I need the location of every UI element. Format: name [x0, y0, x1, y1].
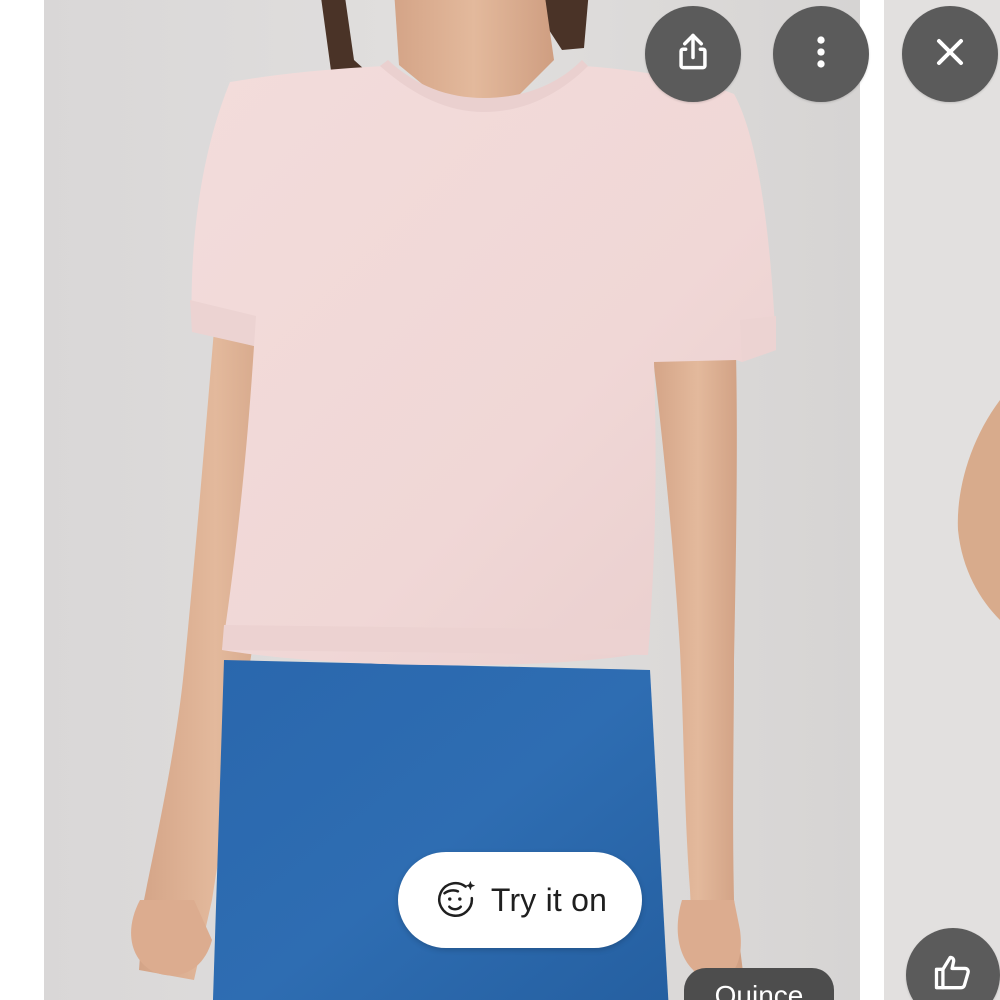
close-button[interactable] [902, 6, 998, 102]
source-chip[interactable]: Quince [684, 968, 834, 1000]
face-sparkle-icon [433, 877, 479, 923]
thumb-up-icon [931, 951, 975, 1000]
more-vert-icon [799, 30, 843, 79]
product-photo[interactable] [44, 0, 860, 1000]
share-button[interactable] [645, 6, 741, 102]
source-label: Quince [714, 980, 804, 1000]
product-image-card[interactable] [44, 0, 860, 1000]
try-it-on-label: Try it on [490, 881, 608, 918]
try-it-on-button[interactable]: Try it on [398, 852, 642, 948]
next-image-card[interactable] [884, 0, 1000, 1000]
share-icon [671, 30, 715, 79]
image-viewer: Try it on Quince [0, 0, 1000, 1000]
close-icon [928, 30, 972, 79]
more-options-button[interactable] [773, 6, 869, 102]
